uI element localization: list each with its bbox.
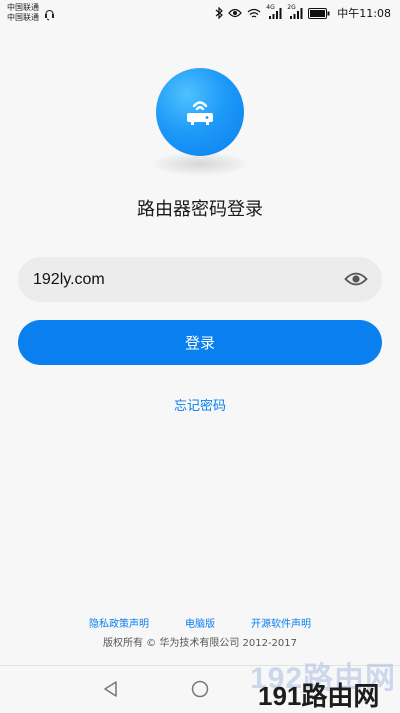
wifi-icon [247, 8, 261, 18]
carrier-2-label: 中国联通 [7, 13, 39, 22]
carrier-info: 中国联通 中国联通 [7, 3, 39, 23]
password-input[interactable] [33, 257, 333, 302]
privacy-policy-link[interactable]: 隐私政策声明 [89, 615, 149, 630]
carrier-1-label: 中国联通 [7, 3, 39, 12]
status-bar: 中国联通 中国联通 4G 2G 中午11:08 [0, 0, 400, 28]
signal-2-icon: 2G [287, 4, 303, 19]
status-icons: 4G 2G 中午11:08 [215, 4, 391, 21]
forgot-password-link[interactable]: 忘记密码 [0, 395, 400, 414]
login-button[interactable]: 登录 [18, 320, 382, 365]
password-field[interactable] [18, 257, 382, 302]
router-icon [187, 101, 213, 125]
signal-1-icon: 4G [266, 4, 282, 19]
bluetooth-icon [215, 7, 224, 19]
eye-icon[interactable] [344, 269, 368, 289]
footer-links: 隐私政策声明 电脑版 开源软件声明 [0, 615, 400, 630]
hd-call-icon [45, 10, 54, 21]
desktop-version-link[interactable]: 电脑版 [185, 615, 215, 630]
home-circle-icon[interactable] [190, 679, 210, 699]
watermark-front-text: 191路由网 [258, 681, 380, 711]
battery-icon [308, 7, 330, 19]
copyright-text: 版权所有 © 华为技术有限公司 2012-2017 [102, 638, 298, 649]
clock: 中午11:08 [337, 7, 391, 20]
page-title: 路由器密码登录 [137, 199, 263, 220]
back-triangle-icon[interactable] [101, 679, 121, 699]
router-logo [156, 68, 244, 156]
open-source-link[interactable]: 开源软件声明 [251, 615, 311, 630]
eye-comfort-icon [228, 8, 243, 18]
